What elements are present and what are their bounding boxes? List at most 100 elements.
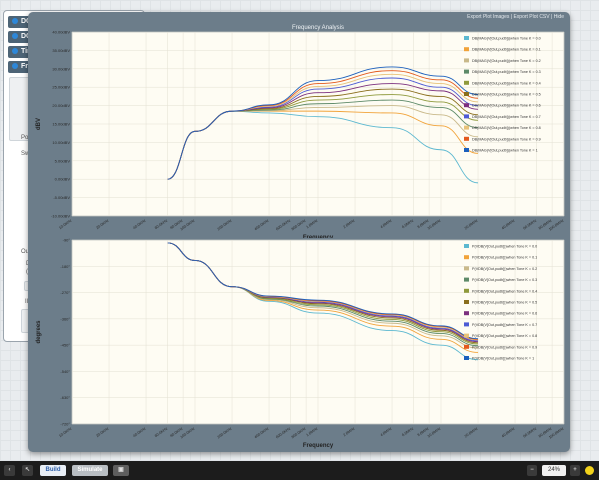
legend-entry: P(VDB(V[Out,pudb]))when Tone K = 0.6 — [472, 312, 537, 316]
legend-swatch — [464, 288, 469, 293]
legend-swatch — [464, 244, 469, 248]
legend-swatch — [464, 300, 469, 304]
legend-entry: P(VDB(V[Out,pudb]))when Tone K = 0.3 — [472, 278, 537, 282]
zoom-out-icon[interactable]: − — [527, 465, 537, 476]
x-tick-label: 60.0KHz — [154, 218, 168, 230]
x-tick-label: 40.0MHz — [501, 426, 516, 438]
legend-entry: P(VDB(V[Out,pudb]))when Tone K = 0.1 — [472, 256, 537, 260]
legend-entry: P(VDB(V[Out,pudb]))when Tone K = 0.2 — [472, 267, 537, 271]
chevron-right-icon — [12, 18, 18, 25]
sidebar-item-label: Fr — [21, 63, 28, 70]
legend-entry: DB(MAG(V[Out,pudb]))when Tone K = 0.5 — [472, 93, 541, 97]
x-axis-label: Frequency — [303, 443, 334, 449]
x-tick-label: 4.0MHz — [380, 426, 393, 437]
legend-entry: DB(MAG(V[Out,pudb]))when Tone K = 0.3 — [472, 70, 541, 74]
x-tick-label: 800.0KHz — [291, 426, 307, 439]
y-tick-label: -180° — [60, 264, 70, 269]
x-tick-label: 1.0MHz — [306, 218, 319, 229]
chevron-down-icon — [12, 63, 18, 70]
x-tick-label: 40.0KHz — [132, 218, 146, 230]
x-tick-label: 1.0MHz — [306, 426, 319, 437]
legend-entry: DB(MAG(V[Out,pudb]))when Tone K = 0.8 — [472, 126, 541, 130]
legend-swatch — [464, 322, 469, 327]
legend-entry: DB(MAG(V[Out,pudb]))when Tone K = 0.9 — [472, 137, 541, 141]
cursor-tool-button[interactable]: ↖ — [22, 465, 33, 476]
build-button[interactable]: Build — [40, 465, 66, 476]
legend-entry: P(VDB(V[Out,pudb]))when Tone K = 0.0 — [472, 245, 537, 249]
legend-swatch — [464, 114, 469, 119]
legend-swatch — [464, 92, 469, 96]
x-tick-label: 20.0MHz — [464, 426, 479, 438]
x-tick-label: 600.0KHz — [275, 218, 291, 231]
zoom-in-icon[interactable]: + — [570, 465, 580, 476]
legend-entry: DB(MAG(V[Out,pudb]))when Tone K = 0.7 — [472, 115, 541, 119]
chevron-right-icon — [12, 48, 18, 55]
simulate-button[interactable]: Simulate — [72, 465, 108, 476]
legend-entry: P(VDB(V[Out,pudb]))when Tone K = 0.5 — [472, 301, 537, 305]
x-tick-label: 600.0KHz — [275, 426, 291, 439]
legend-swatch — [464, 266, 469, 271]
legend-swatch — [464, 125, 469, 130]
y-tick-label: -540° — [60, 369, 70, 374]
legend-swatch — [464, 311, 469, 316]
x-tick-label: 20.0MHz — [464, 218, 479, 230]
x-tick-label: 40.0KHz — [132, 426, 146, 438]
x-tick-label: 2.0MHz — [343, 426, 356, 437]
y-tick-label: 25.00dBV — [52, 85, 70, 90]
phase-plot-area: -720° -630° -540° -450° -360° -270° -180° -90° 1… — [32, 238, 566, 450]
legend-swatch — [464, 80, 469, 85]
back-button[interactable]: ‹ — [4, 465, 15, 476]
chart-title: Frequency Analysis — [292, 25, 344, 31]
x-tick-label: 400.0KHz — [254, 426, 270, 439]
y-tick-label: 0.00dBV — [55, 177, 71, 182]
x-tick-label: 20.0KHz — [95, 426, 109, 438]
legend-swatch — [464, 333, 469, 338]
y-tick-label: -720° — [60, 422, 70, 427]
legend-swatch — [464, 58, 469, 63]
legend-entry: DB(MAG(V[Out,pudb]))when Tone K = 0.1 — [472, 48, 541, 52]
x-tick-label: 6.0MHz — [401, 218, 414, 229]
x-tick-label: 6.0MHz — [401, 426, 414, 437]
x-tick-label: 60.0MHz — [523, 426, 538, 438]
legend-entry: DB(MAG(V[Out,pudb]))when Tone K = 0.2 — [472, 59, 541, 63]
y-tick-label: -270° — [60, 290, 70, 295]
y-tick-label: -10.00dBV — [51, 214, 70, 219]
image-icon[interactable]: ▣ — [113, 465, 129, 476]
legend-swatch — [464, 136, 469, 141]
x-tick-label: 200.0KHz — [217, 426, 233, 439]
bottom-taskbar: ‹ ↖ Build Simulate ▣ − 24% + — [0, 461, 599, 480]
legend-entry: DB(MAG(V[Out,pudb]))when Tone K = 1 — [472, 149, 538, 153]
legend-swatch — [464, 47, 469, 52]
legend-swatch — [464, 69, 469, 74]
x-tick-label: 200.0KHz — [217, 218, 233, 231]
x-tick-label: 40.0MHz — [501, 218, 516, 230]
legend-swatch — [464, 277, 469, 282]
x-tick-label: 10.0MHz — [427, 426, 442, 438]
magnitude-plot-area: Frequency Analysis -10.00dBV -5.00dBV 0.00d… — [32, 20, 566, 242]
legend-entry: P(VDB(V[Out,pudb]))when Tone K = 1 — [472, 357, 534, 361]
legend-entry: DB(MAG(V[Out,pudb]))when Tone K = 0.0 — [472, 37, 541, 41]
x-tick-label: 10.0KHz — [58, 218, 72, 230]
x-tick-label: 60.0MHz — [523, 218, 538, 230]
y-axis-label: degrees — [36, 320, 42, 344]
legend-entry: P(VDB(V[Out,pudb]))when Tone K = 0.7 — [472, 323, 537, 327]
y-tick-label: 40.00dBV — [52, 30, 70, 35]
y-tick-label: 5.00dBV — [55, 158, 71, 163]
x-tick-label: 10.0MHz — [427, 218, 442, 230]
y-tick-label: -450° — [60, 343, 70, 348]
legend-entry: P(VDB(V[Out,pudb]))when Tone K = 0.8 — [472, 334, 537, 338]
legend-swatch — [464, 344, 469, 349]
legend-swatch — [464, 255, 469, 260]
legend-entry: P(VDB(V[Out,pudb]))when Tone K = 0.9 — [472, 345, 537, 349]
x-tick-label: 10.0KHz — [58, 426, 72, 438]
y-tick-label: 30.00dBV — [52, 66, 70, 71]
phase-chart-svg: -720° -630° -540° -450° -360° -270° -180° -90° 1… — [36, 238, 565, 449]
x-tick-label: 400.0KHz — [254, 218, 270, 231]
x-tick-label: 20.0KHz — [95, 218, 109, 230]
magnitude-chart-svg: Frequency Analysis -10.00dBV -5.00dBV 0.00d… — [36, 25, 565, 241]
y-tick-label: 10.00dBV — [52, 140, 70, 145]
y-axis-label: dBV — [36, 118, 42, 130]
legend-entry: DB(MAG(V[Out,pudb]))when Tone K = 0.6 — [472, 104, 541, 108]
chevron-right-icon — [12, 33, 18, 40]
x-tick-label: 60.0KHz — [154, 426, 168, 438]
